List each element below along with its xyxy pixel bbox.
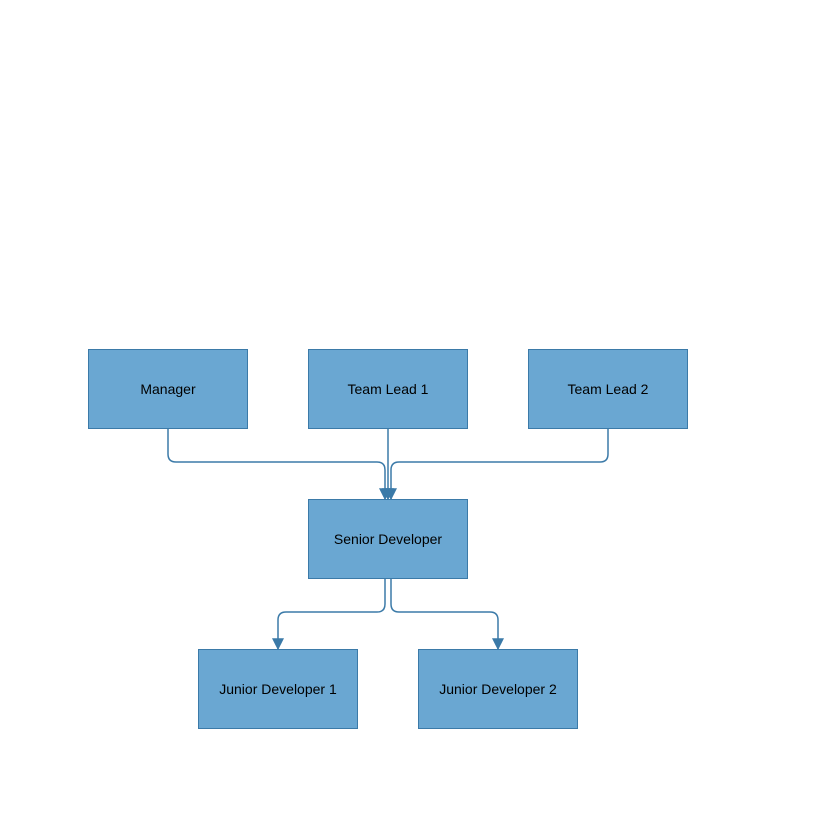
node-junior-developer-1[interactable]: Junior Developer 1	[198, 649, 358, 729]
node-team-lead-2-label: Team Lead 2	[568, 381, 649, 397]
node-junior-developer-2-label: Junior Developer 2	[439, 681, 557, 697]
node-senior-developer-label: Senior Developer	[334, 531, 442, 547]
node-team-lead-1-label: Team Lead 1	[348, 381, 429, 397]
node-team-lead-1[interactable]: Team Lead 1	[308, 349, 468, 429]
node-manager-label: Manager	[140, 381, 195, 397]
node-junior-developer-1-label: Junior Developer 1	[219, 681, 337, 697]
node-team-lead-2[interactable]: Team Lead 2	[528, 349, 688, 429]
node-junior-developer-2[interactable]: Junior Developer 2	[418, 649, 578, 729]
node-manager[interactable]: Manager	[88, 349, 248, 429]
node-senior-developer[interactable]: Senior Developer	[308, 499, 468, 579]
